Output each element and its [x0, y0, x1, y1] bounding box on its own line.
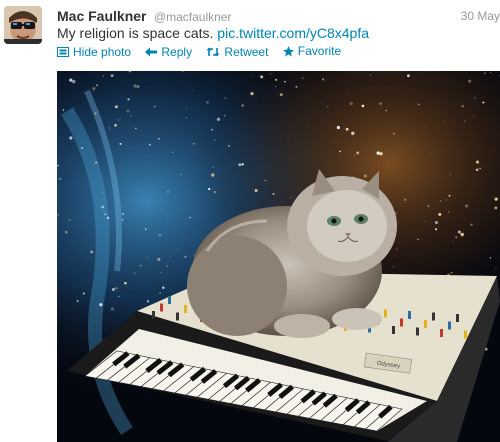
- space-cat-synth-image: Odyssey: [57, 71, 500, 442]
- tweet-text: My religion is space cats. pic.twitter.c…: [57, 25, 369, 41]
- tweet-photo[interactable]: Odyssey: [57, 71, 500, 442]
- tweet-actions: Hide photo Reply Retweet Favorite: [57, 44, 352, 60]
- author-handle[interactable]: @macfaulkner: [154, 10, 232, 24]
- star-icon: [282, 45, 294, 57]
- retweet-button[interactable]: Retweet: [206, 45, 268, 59]
- favorite-button[interactable]: Favorite: [282, 44, 342, 58]
- tweet-body: My religion is space cats.: [57, 25, 214, 41]
- reply-button[interactable]: Reply: [145, 45, 192, 59]
- tweet-timestamp[interactable]: 30 May: [461, 9, 500, 23]
- reply-label: Reply: [161, 44, 193, 59]
- reply-arrow-icon: [145, 47, 158, 56]
- tweet-photo-link[interactable]: pic.twitter.com/yC8x4pfa: [217, 25, 369, 41]
- photo-icon: [57, 46, 69, 57]
- retweet-icon: [206, 47, 220, 56]
- hide-photo-label: Hide photo: [73, 44, 132, 59]
- author-avatar[interactable]: [4, 6, 42, 44]
- author-name[interactable]: Mac Faulkner: [57, 8, 146, 24]
- favorite-label: Favorite: [297, 44, 342, 58]
- hide-photo-button[interactable]: Hide photo: [57, 45, 131, 59]
- retweet-label: Retweet: [224, 44, 269, 59]
